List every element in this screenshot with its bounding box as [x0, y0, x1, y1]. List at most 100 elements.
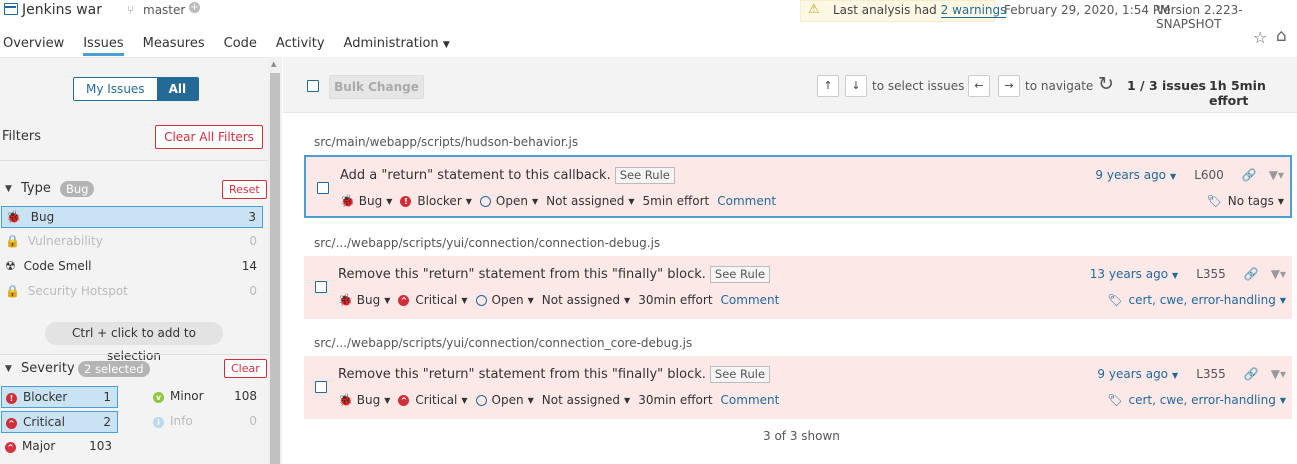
- facet-count: 0: [249, 234, 257, 248]
- issue-severity[interactable]: ^ Critical ▼: [398, 293, 468, 307]
- issue-type[interactable]: 🐞 Bug ▼: [340, 194, 392, 208]
- filter-icon[interactable]: ▼▾: [1269, 168, 1284, 182]
- project-name[interactable]: Jenkins war: [22, 2, 102, 18]
- see-rule-button[interactable]: See Rule: [709, 266, 771, 283]
- facet-type-code-smell[interactable]: ☢ Code Smell 14: [1, 256, 263, 278]
- severity-clear-button[interactable]: Clear: [224, 359, 267, 378]
- branch-info-icon[interactable]: +: [189, 2, 200, 13]
- component-path[interactable]: src/.../webapp/scripts/yui/connection/co…: [314, 336, 692, 350]
- issue-message[interactable]: Add a "return" statement to this callbac…: [340, 167, 675, 184]
- issue-assignee[interactable]: Not assigned ▼: [542, 393, 630, 407]
- see-rule-button[interactable]: See Rule: [709, 366, 771, 383]
- facet-severity-blocker[interactable]: ! Blocker 1: [1, 386, 118, 408]
- all-issues-button[interactable]: All: [156, 78, 199, 100]
- issue-card[interactable]: Remove this "return" statement from this…: [304, 256, 1292, 319]
- facet-type-security-hotspot[interactable]: 🔒 Security Hotspot 0: [1, 281, 263, 303]
- issue-title[interactable]: Remove this "return" statement from this…: [338, 267, 706, 282]
- facet-count: 103: [89, 439, 112, 453]
- facet-severity-info[interactable]: i Info 0: [149, 411, 263, 433]
- my-issues-button[interactable]: My Issues: [74, 78, 157, 100]
- tab-measures[interactable]: Measures: [143, 36, 205, 51]
- issue-tags-label: No tags: [1227, 194, 1274, 208]
- caret-down-icon: ▼: [465, 196, 472, 206]
- chevron-down-icon[interactable]: ▼: [5, 364, 12, 374]
- issue-assignee[interactable]: Not assigned ▼: [546, 194, 634, 208]
- issue-status[interactable]: Open ▼: [475, 293, 534, 307]
- issue-card[interactable]: Remove this "return" statement from this…: [304, 356, 1292, 419]
- issue-tags[interactable]: 🏷 cert, cwe, error-handling ▼: [1107, 393, 1286, 407]
- facet-label: Bug: [30, 210, 55, 224]
- facet-severity-critical[interactable]: ^ Critical 2: [1, 411, 118, 433]
- permalink-icon[interactable]: 🔗: [1242, 168, 1257, 182]
- comment-link[interactable]: Comment: [721, 293, 780, 307]
- branch-name[interactable]: master: [143, 3, 185, 17]
- type-facet-title[interactable]: Type: [21, 181, 51, 196]
- shown-count: 3 of 3 shown: [763, 429, 840, 443]
- issue-severity[interactable]: ! Blocker ▼: [400, 194, 472, 208]
- component-path[interactable]: src/main/webapp/scripts/hudson-behavior.…: [314, 135, 578, 149]
- scroll-up-icon[interactable]: ▲: [271, 60, 276, 68]
- issue-status[interactable]: Open ▼: [479, 194, 538, 208]
- issue-title[interactable]: Add a "return" statement to this callbac…: [340, 168, 611, 183]
- warnings-link[interactable]: 2 warnings: [940, 3, 1007, 18]
- favorite-star-icon[interactable]: ☆: [1253, 28, 1267, 47]
- facet-type-bug[interactable]: 🐞 Bug 3: [1, 206, 263, 228]
- facet-severity-major[interactable]: ^ Major 103: [1, 436, 118, 458]
- open-status-icon: [475, 394, 487, 406]
- code-smell-icon: ☢: [5, 259, 16, 273]
- tab-code[interactable]: Code: [224, 36, 257, 51]
- project-icon: [4, 3, 18, 15]
- see-rule-button[interactable]: See Rule: [614, 167, 675, 184]
- tab-administration[interactable]: Administration ▼: [344, 36, 450, 51]
- tab-activity[interactable]: Activity: [276, 36, 325, 51]
- severity-facet-title[interactable]: Severity: [21, 361, 75, 376]
- caret-down-icon: ▼: [527, 395, 534, 405]
- lock-icon: 🔒: [5, 284, 20, 298]
- comment-link[interactable]: Comment: [721, 393, 780, 407]
- tab-overview[interactable]: Overview: [3, 36, 64, 51]
- reload-icon[interactable]: ↻: [1098, 73, 1114, 95]
- facet-severity-minor[interactable]: v Minor 108: [149, 386, 263, 408]
- filter-icon[interactable]: ▼▾: [1271, 267, 1286, 281]
- filter-icon[interactable]: ▼▾: [1271, 367, 1286, 381]
- tab-issues[interactable]: Issues: [83, 36, 125, 56]
- permalink-icon[interactable]: 🔗: [1244, 267, 1259, 281]
- issue-checkbox[interactable]: [315, 381, 327, 393]
- issue-tags[interactable]: 🏷 cert, cwe, error-handling ▼: [1107, 293, 1286, 307]
- issue-checkbox[interactable]: [315, 281, 327, 293]
- issue-info: 9 years ago ▼ L355 🔗 ▼▾: [1097, 367, 1286, 381]
- critical-icon: ^: [6, 418, 17, 429]
- issue-info: 13 years ago ▼ L355 🔗 ▼▾: [1090, 267, 1286, 281]
- chevron-down-icon[interactable]: ▼: [5, 184, 12, 194]
- permalink-icon[interactable]: 🔗: [1244, 367, 1259, 381]
- issue-age[interactable]: 9 years ago ▼: [1097, 367, 1178, 381]
- issue-card[interactable]: Add a "return" statement to this callbac…: [304, 155, 1292, 218]
- issue-message[interactable]: Remove this "return" statement from this…: [338, 266, 771, 283]
- issue-assignee[interactable]: Not assigned ▼: [542, 293, 630, 307]
- issue-title[interactable]: Remove this "return" statement from this…: [338, 367, 706, 382]
- issue-age[interactable]: 13 years ago ▼: [1090, 267, 1178, 281]
- issue-checkbox[interactable]: [317, 182, 329, 194]
- issue-age[interactable]: 9 years ago ▼: [1095, 168, 1176, 182]
- component-path[interactable]: src/.../webapp/scripts/yui/connection/co…: [314, 236, 660, 250]
- issue-info: 9 years ago ▼ L600 🔗 ▼▾: [1095, 168, 1284, 182]
- facet-label: Code Smell: [23, 259, 92, 273]
- issue-tags[interactable]: 🏷 No tags ▼: [1207, 194, 1284, 208]
- clear-all-filters-button[interactable]: Clear All Filters: [155, 125, 263, 149]
- facet-count: 108: [234, 389, 257, 403]
- issue-status[interactable]: Open ▼: [475, 393, 534, 407]
- facet-count: 2: [103, 415, 111, 429]
- open-status-icon: [475, 294, 487, 306]
- severity-selected-pill: 2 selected: [78, 361, 150, 377]
- issue-severity[interactable]: ^ Critical ▼: [398, 393, 468, 407]
- comment-link[interactable]: Comment: [717, 194, 776, 208]
- sidebar-scroll-thumb[interactable]: [270, 73, 280, 464]
- issue-type[interactable]: 🐞 Bug ▼: [338, 293, 390, 307]
- select-all-checkbox[interactable]: [307, 80, 319, 92]
- issue-message[interactable]: Remove this "return" statement from this…: [338, 366, 771, 383]
- issue-type[interactable]: 🐞 Bug ▼: [338, 393, 390, 407]
- home-icon[interactable]: ⌂: [1276, 26, 1287, 46]
- bulk-change-button[interactable]: Bulk Change: [329, 75, 424, 99]
- type-reset-button[interactable]: Reset: [222, 180, 267, 199]
- facet-type-vulnerability[interactable]: 🔒 Vulnerability 0: [1, 231, 263, 253]
